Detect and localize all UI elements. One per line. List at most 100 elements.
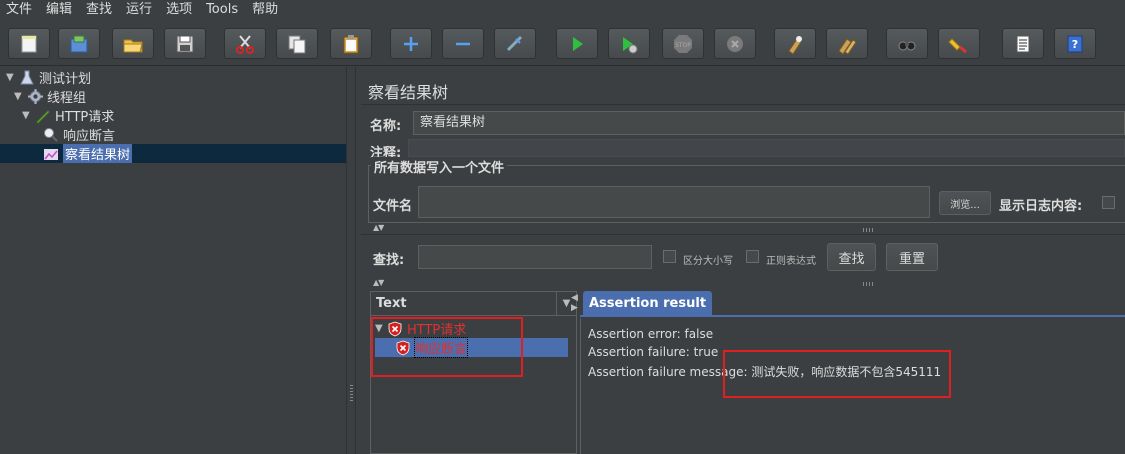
clear-button[interactable] [774,28,816,59]
panel-title: 察看结果树 [368,83,449,102]
tab-assertion-result[interactable]: Assertion result [583,291,713,315]
menu-tools[interactable]: Tools [199,0,245,20]
tree-item-label: HTTP请求 [55,110,115,125]
new-button[interactable] [8,28,50,59]
tree-item-response-assertion[interactable]: 响应断言 [30,125,115,144]
shutdown-icon [727,35,743,52]
toggle-icon [506,35,523,51]
filename-label: 文件名 [373,199,413,214]
search-label: 查找: [373,253,405,268]
open-button[interactable] [112,28,154,59]
new-icon [21,35,37,52]
clear-icon [788,35,802,55]
toggle-button[interactable] [494,28,536,59]
reset-search-icon [948,37,967,53]
stop-icon: STOP [674,34,692,53]
svg-text:?: ? [1072,38,1078,51]
menu-options[interactable]: 选项 [159,0,199,20]
open-icon [123,39,143,52]
regex-label: 正则表达式 [766,256,816,267]
menu-file[interactable]: 文件 [0,0,39,20]
log-errors-checkbox[interactable] [1102,196,1115,209]
start-button[interactable] [556,28,598,59]
clear-all-button[interactable] [826,28,868,59]
test-plan-tree: ▼ 测试计划 ▼ 线程组 ▼ HTTP请求 响应断言 察看结果树 [0,67,346,454]
collapse-left-icon[interactable]: ◀ [571,293,578,303]
expand-button[interactable] [390,28,432,59]
paste-icon [343,34,359,53]
shutdown-button[interactable] [714,28,756,59]
renderer-select[interactable]: Text ▼ [371,292,576,316]
filename-field[interactable] [418,186,930,218]
splitter-grip-icon[interactable] [350,385,353,401]
expand-arrow-icon[interactable]: ▼ [22,110,34,121]
highlight-box-results [371,317,523,377]
tree-item-view-results-tree[interactable]: 察看结果树 [0,144,346,163]
split-pane-divider[interactable] [346,67,356,454]
tree-item-label: 线程组 [47,91,87,106]
drag-handle-icon[interactable] [863,228,875,232]
browse-button[interactable]: 浏览... [939,191,991,215]
menu-edit[interactable]: 编辑 [39,0,79,20]
case-sensitive-checkbox[interactable] [663,250,676,263]
expand-arrow-icon[interactable]: ▼ [6,72,18,83]
stop-button[interactable]: STOP [662,28,704,59]
search-button[interactable] [886,28,928,59]
search-field[interactable] [418,245,652,269]
drag-handle-icon[interactable] [863,282,875,286]
cut-icon [236,34,254,54]
find-button[interactable]: 查找 [827,243,876,271]
help-icon: ? [1067,35,1083,52]
renderer-selected-value: Text [376,296,407,311]
name-field[interactable]: 察看结果树 [413,111,1125,135]
collapse-button[interactable] [442,28,484,59]
tree-item-thread-group[interactable]: ▼ 线程组 [14,87,86,106]
svg-text:STOP: STOP [675,42,691,49]
templates-icon [70,35,88,52]
templates-button[interactable] [58,28,100,59]
regex-checkbox[interactable] [746,250,759,263]
flask-icon [18,69,36,87]
reset-search-button[interactable] [938,28,980,59]
case-sensitive-label: 区分大小写 [683,256,733,267]
expand-arrow-icon[interactable]: ▼ [14,91,26,102]
start-icon [573,36,583,51]
function-helper-icon [1016,35,1030,52]
menu-bar: 文件 编辑 查找 运行 选项 Tools 帮助 [0,0,1125,20]
collapse-arrows-icon[interactable]: ▲▼ [373,223,384,232]
help-button[interactable]: ? [1054,28,1096,59]
gear-icon [26,88,44,106]
comment-field[interactable] [408,139,1125,157]
tree-item-label: 响应断言 [63,129,116,144]
tree-item-http-request[interactable]: ▼ HTTP请求 [22,106,114,125]
file-group-title: 所有数据写入一个文件 [371,157,508,176]
collapse-arrows-icon[interactable]: ▲▼ [373,278,384,287]
menu-search[interactable]: 查找 [79,0,119,20]
collapse-icon [456,42,470,45]
save-icon [176,35,194,52]
function-helper-button[interactable] [1002,28,1044,59]
menu-run[interactable]: 运行 [119,0,159,20]
assertion-failure-line: Assertion failure: true [588,345,719,359]
search-icon [898,41,916,50]
copy-button[interactable] [276,28,318,59]
clear-all-icon [838,37,857,55]
reset-button[interactable]: 重置 [886,243,938,271]
menu-help[interactable]: 帮助 [245,0,285,20]
collapse-right-icon[interactable]: ▶ [571,303,578,313]
name-label: 名称: [370,119,402,134]
start-no-pause-button[interactable] [608,28,650,59]
paste-button[interactable] [330,28,372,59]
save-button[interactable] [164,28,206,59]
chart-icon [42,145,60,163]
start-no-pause-icon [623,36,638,53]
cut-button[interactable] [224,28,266,59]
tree-item-label: 察看结果树 [63,144,133,163]
expand-icon [404,36,418,51]
tree-item-label: 测试计划 [39,72,92,87]
tree-item-test-plan[interactable]: ▼ 测试计划 [6,68,91,87]
highlight-box-message [723,350,951,398]
magnifier-icon [42,126,60,144]
log-content-label: 显示日志内容: [999,199,1083,214]
copy-icon [288,35,306,53]
